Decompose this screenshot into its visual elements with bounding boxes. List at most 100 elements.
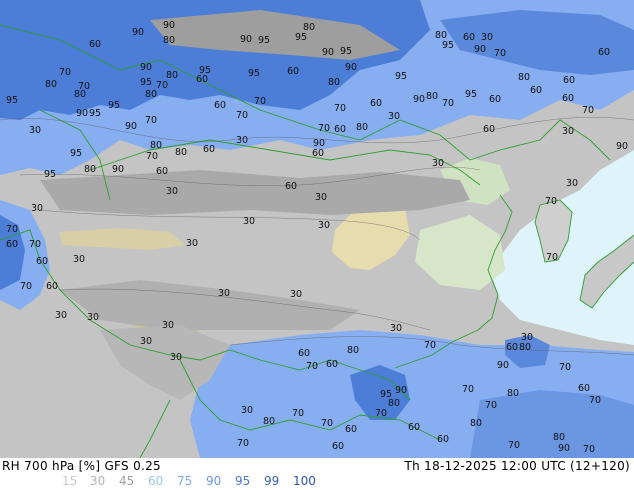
contour-label: 30 — [315, 192, 327, 203]
rh-map: 90 90 80 90 95 80 95 60 80 60 30 95 90 7… — [0, 0, 634, 458]
contour-label: 70 — [29, 239, 41, 250]
contour-label: 95 — [140, 77, 152, 88]
contour-label: 60 — [36, 256, 48, 267]
contour-label: 70 — [508, 440, 520, 451]
contour-label: 70 — [236, 110, 248, 121]
contour-label: 30 — [390, 323, 402, 334]
contour-label: 70 — [334, 103, 346, 114]
contour-label: 95 — [442, 40, 454, 51]
contour-label: 90 — [413, 94, 425, 105]
contour-label: 60 — [489, 94, 501, 105]
contour-label: 60 — [578, 383, 590, 394]
contour-label: 60 — [334, 124, 346, 135]
contour-label: 95 — [248, 68, 260, 79]
contour-label: 60 — [530, 85, 542, 96]
contour-label: 90 — [322, 47, 334, 58]
contour-label: 95 — [108, 100, 120, 111]
footer-bar: RH 700 hPa [%] GFS 0.25 Th 18-12-2025 12… — [0, 458, 634, 490]
contour-label: 90 — [163, 20, 175, 31]
legend-item: 99 — [264, 474, 280, 488]
contour-label: 95 — [89, 108, 101, 119]
contour-label: 90 — [616, 141, 628, 152]
contour-label: 30 — [218, 288, 230, 299]
contour-label: 95 — [70, 148, 82, 159]
contour-label: 90 — [112, 164, 124, 175]
contour-label: 90 — [240, 34, 252, 45]
contour-label: 95 — [258, 35, 270, 46]
contour-label: 90 — [497, 360, 509, 371]
contour-label: 70 — [146, 151, 158, 162]
contour-label: 95 — [340, 46, 352, 57]
contour-label: 90 — [558, 443, 570, 454]
contour-label: 30 — [166, 186, 178, 197]
contour-label: 95 — [44, 169, 56, 180]
contour-label: 30 — [236, 135, 248, 146]
contour-label: 80 — [426, 91, 438, 102]
contour-label: 95 — [395, 71, 407, 82]
legend-item: 60 — [148, 474, 164, 488]
contour-label: 30 — [318, 220, 330, 231]
contour-label: 95 — [465, 89, 477, 100]
contour-label: 70 — [442, 98, 454, 109]
contour-label: 70 — [559, 362, 571, 373]
contour-label: 30 — [432, 158, 444, 169]
contour-label: 60 — [483, 124, 495, 135]
contour-label: 60 — [463, 32, 475, 43]
legend-item: 75 — [177, 474, 193, 488]
contour-label: 80 — [45, 79, 57, 90]
contour-label: 60 — [89, 39, 101, 50]
contour-label: 30 — [566, 178, 578, 189]
contour-label: 30 — [162, 320, 174, 331]
contour-label: 30 — [170, 352, 182, 363]
contour-label: 30 — [73, 254, 85, 265]
contour-label: 90 — [125, 121, 137, 132]
contour-label: 95 — [295, 32, 307, 43]
contour-label: 30 — [388, 111, 400, 122]
legend-item: 90 — [206, 474, 222, 488]
contour-label: 70 — [306, 361, 318, 372]
contour-label: 70 — [589, 395, 601, 406]
contour-label: 70 — [583, 444, 595, 455]
contour-label: 80 — [507, 388, 519, 399]
contour-label: 70 — [20, 281, 32, 292]
contour-label: 90 — [140, 62, 152, 73]
contour-label: 95 — [6, 95, 18, 106]
contour-label: 80 — [263, 416, 275, 427]
contour-label: 30 — [31, 203, 43, 214]
contour-label: 70 — [375, 408, 387, 419]
contour-label: 70 — [237, 438, 249, 449]
contour-label: 60 — [562, 93, 574, 104]
contour-label: 70 — [145, 115, 157, 126]
legend-item: 45 — [119, 474, 135, 488]
contour-label: 80 — [388, 398, 400, 409]
valid-time: Th 18-12-2025 12:00 UTC (12+120) — [404, 459, 630, 473]
contour-label: 70 — [494, 48, 506, 59]
contour-label: 60 — [156, 166, 168, 177]
contour-label: 60 — [332, 441, 344, 452]
contour-label: 30 — [186, 238, 198, 249]
contour-label: 80 — [519, 342, 531, 353]
contour-label: 30 — [55, 310, 67, 321]
contour-label: 60 — [196, 74, 208, 85]
contour-label: 80 — [84, 164, 96, 175]
contour-label: 60 — [345, 424, 357, 435]
contour-label: 30 — [87, 312, 99, 323]
contour-label: 70 — [318, 123, 330, 134]
legend-item: 95 — [235, 474, 251, 488]
contour-label: 60 — [287, 66, 299, 77]
contour-label: 70 — [254, 96, 266, 107]
contour-label: 70 — [6, 224, 18, 235]
contour-label: 80 — [553, 432, 565, 443]
contour-label: 80 — [163, 35, 175, 46]
contour-label: 30 — [140, 336, 152, 347]
contour-label: 60 — [298, 348, 310, 359]
contour-label: 70 — [321, 418, 333, 429]
contour-label: 70 — [462, 384, 474, 395]
contour-label: 90 — [474, 44, 486, 55]
contour-label: 60 — [408, 422, 420, 433]
contour-label: 90 — [345, 62, 357, 73]
contour-label: 30 — [481, 32, 493, 43]
contour-label: 60 — [6, 239, 18, 250]
contour-label: 60 — [506, 342, 518, 353]
contour-label: 30 — [290, 289, 302, 300]
